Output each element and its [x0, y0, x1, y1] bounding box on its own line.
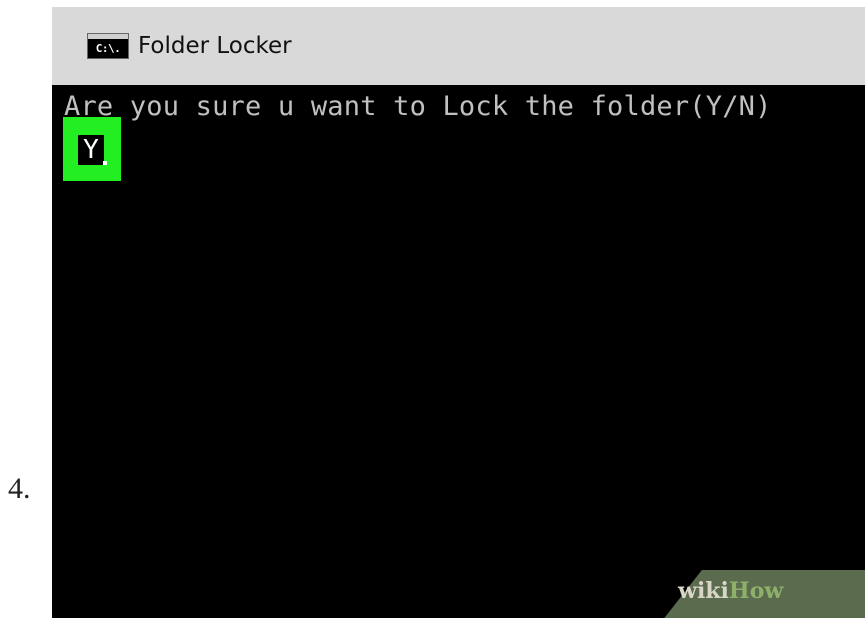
- title-bar[interactable]: C:\. Folder Locker: [52, 7, 865, 85]
- text-cursor: [103, 161, 107, 165]
- step-number: 4.: [8, 472, 31, 505]
- console-window: C:\. Folder Locker Are you sure u want t…: [52, 7, 865, 618]
- console-input[interactable]: Y: [78, 135, 104, 165]
- watermark-text-wiki: wiki: [678, 578, 729, 604]
- window-title: Folder Locker: [138, 33, 292, 59]
- console-output[interactable]: Are you sure u want to Lock the folder(Y…: [52, 85, 865, 618]
- cmd-console-icon: C:\.: [87, 33, 129, 59]
- watermark-logo: wikiHow: [678, 578, 783, 604]
- watermark-text-how: How: [728, 578, 784, 604]
- prompt-text: Are you sure u want to Lock the folder(Y…: [64, 91, 772, 122]
